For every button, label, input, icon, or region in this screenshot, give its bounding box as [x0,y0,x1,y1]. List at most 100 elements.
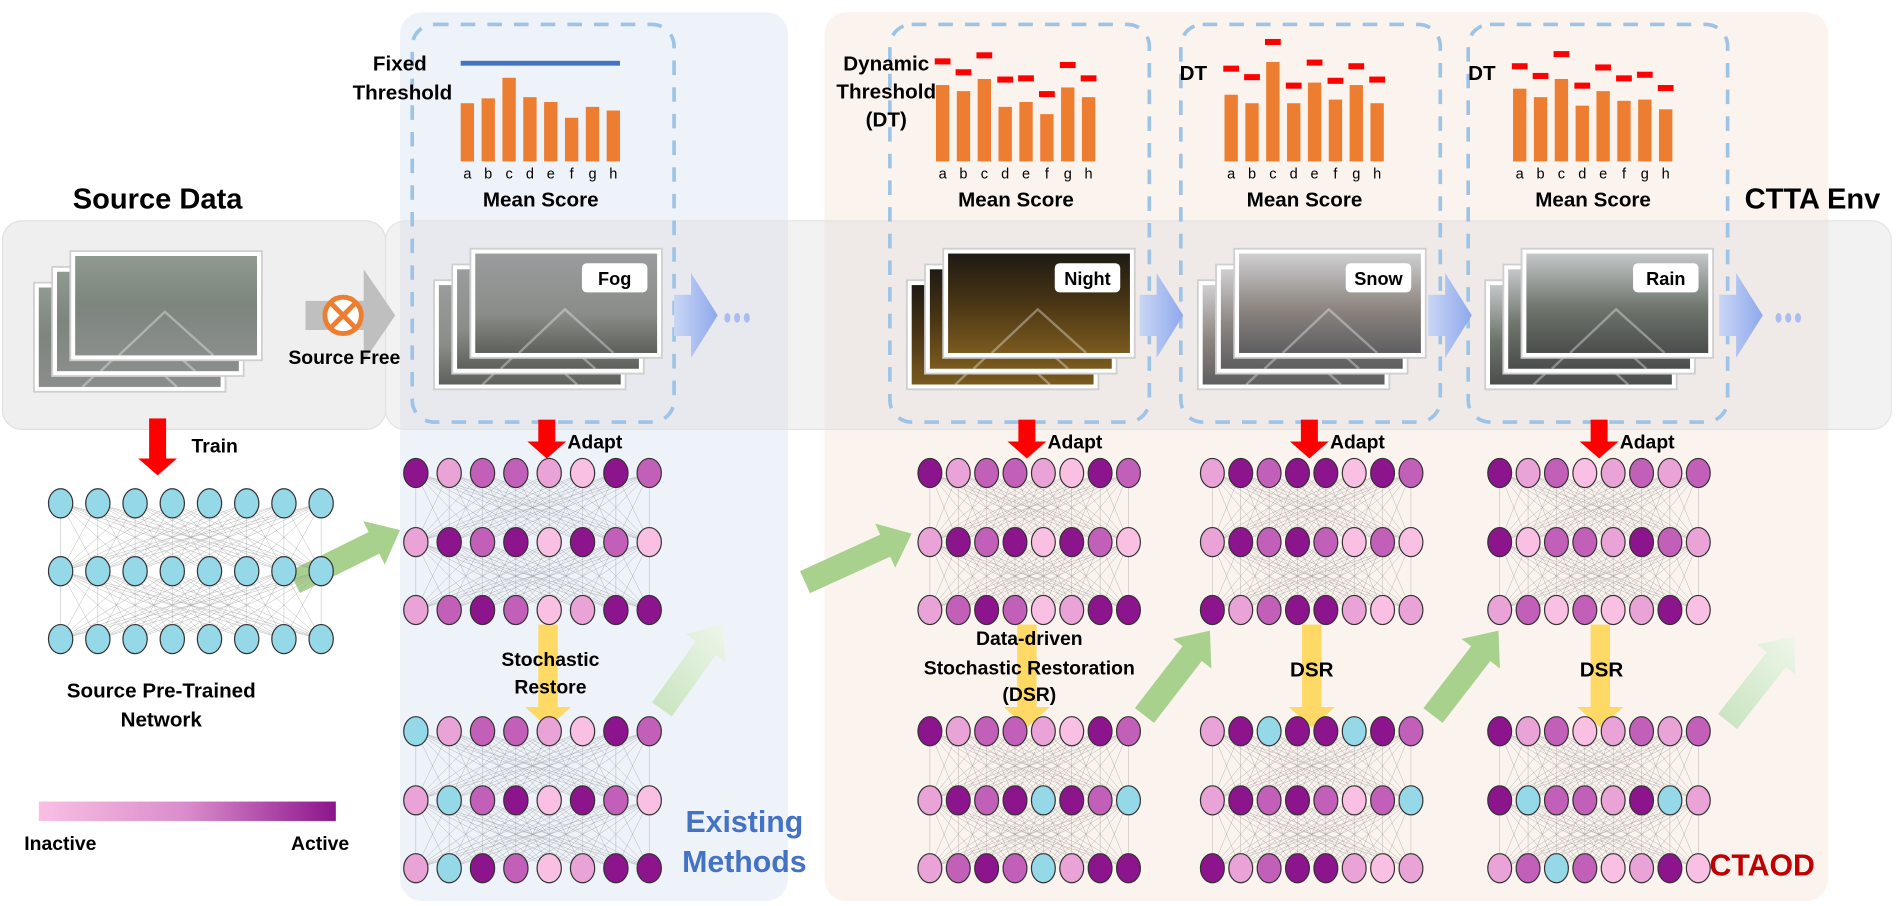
dynamic-threshold-marker [1616,75,1632,82]
neuron [1398,716,1424,747]
neuron [469,457,496,489]
neuron [1059,785,1085,816]
neuron [1228,716,1254,747]
dynamic-threshold-marker [1018,75,1034,82]
neuron [1398,526,1424,558]
neuron [569,526,596,558]
neuron [503,594,529,626]
neuron [1002,785,1028,816]
neuron [1284,853,1311,884]
tick-label: g [1641,166,1649,182]
neuron [403,716,429,747]
neuron [1515,716,1541,747]
neuron [1228,853,1254,884]
neuron [603,716,629,747]
neuron [917,716,943,747]
neuron [233,488,260,519]
dynamic-threshold-marker [1348,63,1365,70]
dsr-label-3: (DSR) [1002,684,1056,706]
neuron [917,853,943,884]
neuron [1341,594,1367,626]
ellipsis-icon [1794,312,1801,323]
source-network-label-1: Source Pre-Trained [67,679,256,702]
dynamic-threshold-marker [1532,72,1549,79]
neuron [1600,526,1626,558]
neuron [1600,716,1626,747]
neuron [1543,716,1569,747]
ctaod-diagram: a b c d e f g hMean Scorea b c d e f g hMean Scorea b c d… [1,12,1892,901]
tick-label: e [547,166,555,182]
bar-e [1019,102,1033,162]
domain-label: Snow [1354,269,1403,289]
tick-label: g [588,166,596,182]
neuron [1370,853,1396,884]
neuron [1059,853,1085,884]
chart-title: Mean Score [483,188,599,211]
neuron [974,526,1000,558]
neuron [122,488,148,519]
neuron [1002,716,1028,747]
bar-g [585,106,600,162]
road-scene-image [75,255,258,356]
domain-label: Fog [598,269,631,289]
neuron [159,623,186,655]
neuron [1629,716,1655,747]
neuron [1398,457,1424,489]
bar-d [998,106,1012,162]
bar-f [564,117,579,162]
neuron [945,526,971,558]
fixed-threshold-label-1: Fixed [373,52,427,75]
bar-h [606,110,621,162]
neuron [308,623,334,655]
neuron [503,785,529,816]
neuron [945,594,971,626]
neuron [159,556,186,587]
bar-h [1081,97,1096,162]
tick-label: c [1269,166,1276,182]
neuron [1341,853,1367,884]
neuron [945,716,971,747]
neuron [1256,457,1282,489]
tick-label: d [526,166,534,182]
neuron [1199,853,1225,884]
neuron [1629,594,1655,626]
dynamic-threshold-marker [1553,51,1570,58]
tick-label: d [1290,166,1298,182]
neuron [1685,785,1711,816]
legend-active-label: Active [291,833,349,855]
neuron [1370,526,1396,558]
dynamic-threshold-marker [1080,75,1097,82]
tick-label: g [1064,166,1072,182]
red-arrow-icon [1590,419,1608,444]
neuron [308,488,334,519]
neuron [1341,785,1367,816]
neuron [122,556,148,587]
adapt-label: Adapt [567,432,622,454]
ellipsis-icon [743,312,750,323]
neuron [403,457,429,489]
neuron [1313,594,1339,626]
stochastic-restore-label-2: Restore [514,677,586,699]
neuron [1087,716,1113,747]
fixed-threshold-label-2: Threshold [353,82,453,105]
dynamic-threshold-marker [1285,82,1302,89]
bar-b [481,98,495,162]
source-image-stack [33,250,263,393]
fixed-threshold-line [460,60,621,66]
neuron [1370,457,1396,489]
bar-a [1513,88,1527,162]
neuron [1657,526,1683,558]
neuron [1313,716,1339,747]
neuron [1370,785,1396,816]
ellipsis-icon [724,312,731,323]
neuron [569,853,596,884]
dynamic-threshold-marker [1511,63,1528,70]
neuron [1629,785,1655,816]
neuron [196,488,223,519]
neuron [1370,716,1396,747]
neuron [1256,853,1282,884]
bar-e [1307,82,1322,162]
red-arrow-icon [1300,419,1318,444]
neuron [469,853,496,884]
bar-g [1061,87,1075,162]
